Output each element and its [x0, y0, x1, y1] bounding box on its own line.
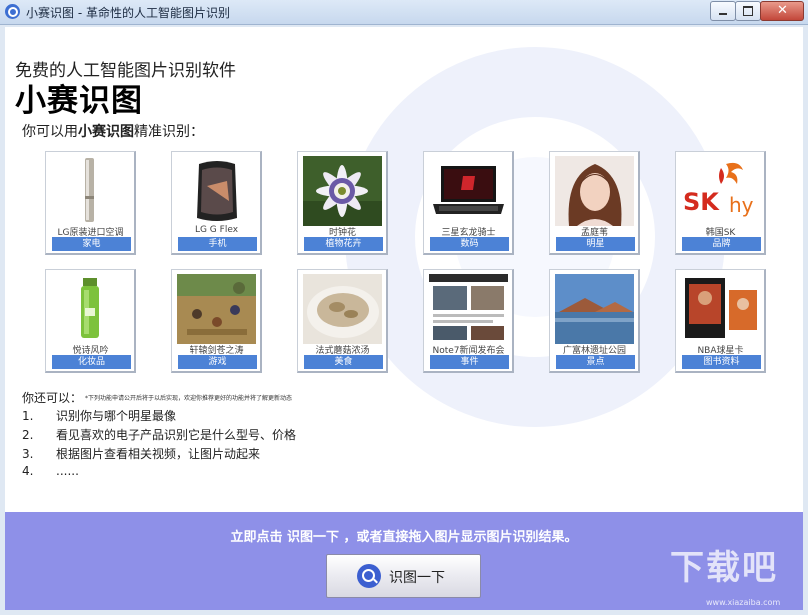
more-features-label: 你还可以：: [22, 391, 83, 405]
feature-item: 1. 识别你与哪个明星最像: [22, 407, 176, 424]
example-card-scenic-spot[interactable]: 广富林遗址公园 景点: [549, 269, 640, 373]
intro-suffix: 精准识别：: [134, 124, 204, 140]
example-card-game[interactable]: 轩辕剑苍之涛 游戏: [171, 269, 262, 373]
title-bar: 小赛识图 - 革命性的人工智能图片识别 ✕: [0, 0, 808, 25]
card-category[interactable]: 事件: [430, 355, 509, 369]
example-card-air-conditioner[interactable]: LG原装进口空调 家电: [45, 151, 136, 255]
smartphone-image: [177, 156, 256, 226]
feature-text: 看见喜欢的电子产品识别它是什么型号、价格: [56, 428, 297, 442]
park-scene-image: [555, 274, 634, 344]
app-window: 小赛识图 - 革命性的人工智能图片识别 ✕ 免费的人工智能图片识别软件 小赛识图…: [0, 0, 808, 615]
flower-image: [303, 156, 382, 226]
card-category[interactable]: 图书资料: [682, 355, 761, 369]
trading-card-image: [681, 274, 760, 344]
air-conditioner-image: [51, 156, 130, 226]
example-card-phone[interactable]: LG G Flex 手机: [171, 151, 262, 255]
example-card-brand[interactable]: SK hy 韩国SK 品牌: [675, 151, 766, 255]
feature-item: 4.......: [22, 464, 79, 478]
feature-number: 3.: [22, 447, 34, 461]
soup-bowl-image: [303, 274, 382, 344]
example-card-event[interactable]: Note7新闻发布会 事件: [423, 269, 514, 373]
portrait-image: [555, 156, 634, 226]
card-category[interactable]: 景点: [556, 355, 635, 369]
example-card-celebrity[interactable]: 孟庭苇 明星: [549, 151, 640, 255]
example-card-books[interactable]: NBA球星卡 图书资料: [675, 269, 766, 373]
main-panel: 免费的人工智能图片识别软件 小赛识图 你可以用小赛识图精准识别： LG原装进口空…: [5, 27, 803, 610]
card-category[interactable]: 明星: [556, 237, 635, 251]
site-watermark-logo: 下载吧: [670, 548, 778, 588]
card-category[interactable]: 手机: [178, 237, 257, 251]
laptop-image: [429, 156, 508, 226]
card-category[interactable]: 游戏: [178, 355, 257, 369]
more-features-note: *下列功能申请公开后将于以后实现，欢迎你推荐更好的功能并将了解更新动态: [85, 395, 293, 402]
intro-text: 你可以用小赛识图精准识别：: [22, 121, 204, 141]
app-logo-icon: [5, 4, 20, 19]
feature-text: 识别你与哪个明星最像: [56, 409, 177, 423]
app-title: 小赛识图: [15, 83, 143, 119]
webpage-image: [429, 274, 508, 344]
intro-brand: 小赛识图: [78, 124, 134, 140]
svg-text:SK: SK: [683, 188, 720, 216]
feature-item: 2. 看见喜欢的电子产品识别它是什么型号、价格: [22, 426, 296, 443]
example-card-flower[interactable]: 时钟花 植物花卉: [297, 151, 388, 255]
intro-prefix: 你可以用: [22, 124, 78, 140]
feature-item: 3. 根据图片查看相关视频，让图片动起来: [22, 445, 260, 462]
card-category[interactable]: 化妆品: [52, 355, 131, 369]
example-card-cosmetics[interactable]: 悦诗风吟 化妆品: [45, 269, 136, 373]
card-category[interactable]: 家电: [52, 237, 131, 251]
magnifier-icon: [357, 564, 381, 588]
minimize-icon: [719, 13, 727, 15]
card-category[interactable]: 品牌: [682, 237, 761, 251]
window-title: 小赛识图 - 革命性的人工智能图片识别: [26, 6, 230, 20]
site-watermark-url: www.xiazaiba.com: [706, 598, 781, 607]
example-card-laptop[interactable]: 三星玄龙骑士 数码: [423, 151, 514, 255]
feature-number: 1.: [22, 409, 34, 423]
maximize-icon: [743, 6, 753, 16]
minimize-button[interactable]: [710, 1, 736, 21]
card-category[interactable]: 数码: [430, 237, 509, 251]
recognize-button[interactable]: 识图一下: [326, 554, 481, 598]
feature-text: 根据图片查看相关视频，让图片动起来: [56, 447, 261, 461]
card-category[interactable]: 植物花卉: [304, 237, 383, 251]
logo-image: SK hy: [681, 156, 760, 226]
maximize-button[interactable]: [735, 1, 761, 21]
card-category[interactable]: 美食: [304, 355, 383, 369]
feature-text: ......: [56, 464, 79, 478]
close-button[interactable]: ✕: [760, 1, 804, 21]
game-scene-image: [177, 274, 256, 344]
cosmetic-bottle-image: [51, 274, 130, 344]
svg-text:hy: hy: [729, 193, 754, 217]
feature-number: 2.: [22, 428, 34, 442]
recognize-button-label: 识图一下: [389, 570, 445, 586]
feature-number: 4.: [22, 464, 34, 478]
example-card-food[interactable]: 法式蘑菇浓汤 美食: [297, 269, 388, 373]
card-caption: LG G Flex: [194, 225, 239, 235]
close-icon: ✕: [777, 3, 788, 18]
